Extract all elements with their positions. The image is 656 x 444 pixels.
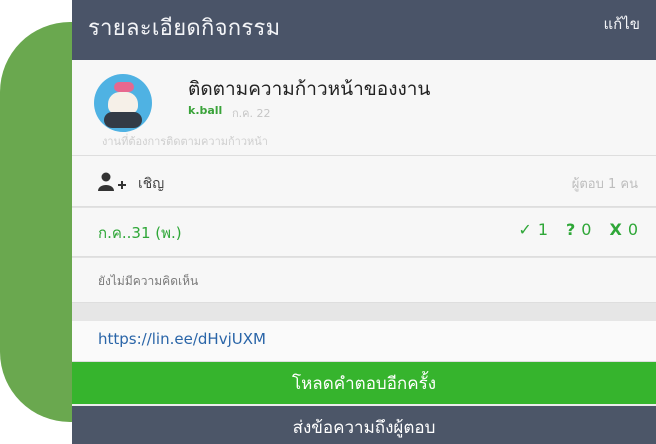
question-icon: ?	[566, 220, 576, 239]
invite-label: เชิญ	[138, 176, 165, 192]
event-card: ติดตามความก้าวหน้าของงาน k.ball ก.ค. 22 …	[72, 60, 656, 156]
check-icon: ✓	[518, 220, 532, 239]
message-responders-button[interactable]: ส่งข้อความถึงผู้ตอบ	[72, 406, 656, 444]
yes-count-value: 1	[537, 220, 548, 239]
schedule-row[interactable]: ก.ค..31 (พ.) ✓ 1 ? 0 X 0	[72, 207, 656, 257]
event-description: งานที่ต้องการติดตามความก้าวหน้า	[102, 135, 268, 148]
phone-screen: รายละเอียดกิจกรรม แก้ไข ติดตามความก้าวหน…	[72, 0, 656, 444]
share-link[interactable]: https://lin.ee/dHvjUXM	[98, 330, 266, 348]
no-count: X 0	[609, 220, 638, 239]
share-link-row: https://lin.ee/dHvjUXM	[72, 321, 656, 362]
section-divider	[72, 303, 656, 321]
no-comments-label: ยังไม่มีความคิดเห็น	[98, 274, 199, 288]
avatar	[94, 74, 152, 132]
cross-icon: X	[609, 220, 622, 239]
responder-count[interactable]: ผู้ตอบ 1 คน	[572, 173, 638, 194]
comments-row[interactable]: ยังไม่มีความคิดเห็น	[72, 257, 656, 303]
add-person-icon	[98, 172, 126, 191]
no-count-value: 0	[627, 220, 638, 239]
maybe-count-value: 0	[581, 220, 592, 239]
avatar-bow	[114, 82, 134, 92]
page-title: รายละเอียดกิจกรรม	[88, 16, 281, 41]
schedule-date: ก.ค..31 (พ.)	[98, 224, 182, 242]
event-date: ก.ค. 22	[232, 107, 271, 120]
invite-row[interactable]: เชิญ ผู้ตอบ 1 คน	[72, 156, 656, 207]
response-counts: ✓ 1 ? 0 X 0	[518, 220, 638, 239]
app-header: รายละเอียดกิจกรรม แก้ไข	[72, 0, 656, 60]
avatar-body	[104, 112, 142, 128]
edit-button[interactable]: แก้ไข	[603, 12, 640, 36]
avatar-face	[108, 92, 138, 114]
event-title: ติดตามความก้าวหน้าของงาน	[188, 78, 431, 100]
maybe-count: ? 0	[566, 220, 591, 239]
yes-count: ✓ 1	[518, 220, 548, 239]
event-author[interactable]: k.ball	[188, 104, 222, 117]
reload-responses-button[interactable]: โหลดคำตอบอีกครั้ง	[72, 362, 656, 404]
